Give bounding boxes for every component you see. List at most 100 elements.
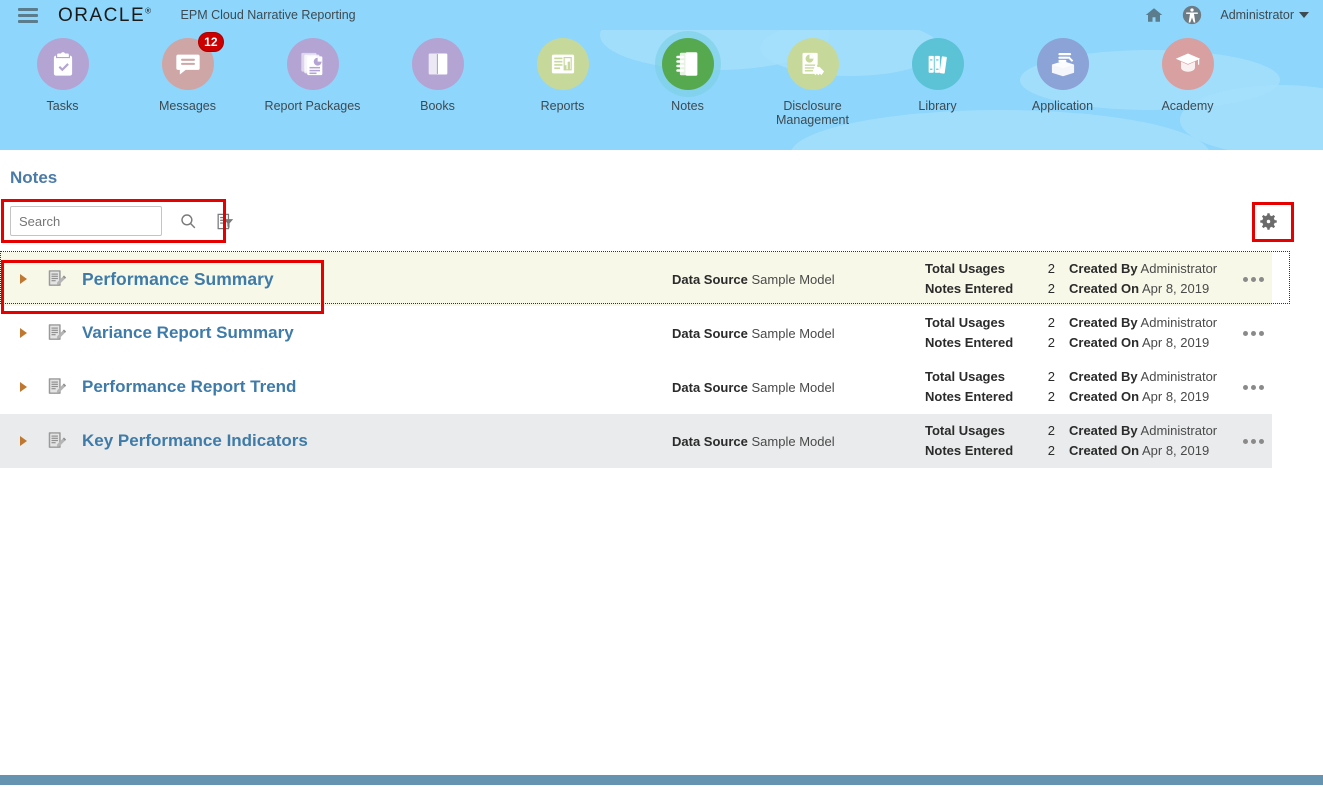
chevron-right-icon[interactable] [0,274,46,284]
search-input[interactable] [10,206,162,236]
nav-item-academy[interactable]: Academy [1125,38,1250,113]
nav-item-label: Tasks [46,99,79,113]
total-usages-value: 2 [1047,315,1055,330]
nav-item-books[interactable]: Books [375,38,500,113]
nav-item-label: Reports [540,99,585,113]
total-usages-value: 2 [1047,261,1055,276]
overflow-menu-icon[interactable] [1243,276,1264,282]
user-menu[interactable]: Administrator [1220,8,1309,22]
nav-item-report-packages[interactable]: Report Packages [250,38,375,113]
table-row[interactable]: Performance Summary Data Source Sample Mo… [0,251,1290,306]
navigation-springboard: Tasks 12 Messages Report Packages Books Repor… [0,30,1323,150]
note-created-info: Created By Administrator Created On Apr 8… [1069,259,1217,299]
nav-item-label: Messages [159,99,216,113]
created-by-value: Administrator [1140,261,1218,276]
settings-gear-button[interactable] [1251,204,1285,238]
note-data-source: Data Source Sample Model [672,272,835,287]
app-title: EPM Cloud Narrative Reporting [180,8,356,22]
note-edit-icon [46,322,82,344]
notes-entered-label: Notes Entered [925,389,1014,404]
chevron-right-icon[interactable] [0,436,46,446]
notification-badge: 12 [198,32,224,52]
data-source-label: Data Source [672,379,748,395]
footer-bar [0,775,1323,785]
accessibility-icon[interactable] [1182,5,1202,25]
note-edit-icon [46,376,82,398]
total-usages-value: 2 [1047,369,1055,384]
note-name-link[interactable]: Key Performance Indicators [82,431,308,451]
overflow-menu-icon[interactable] [1243,384,1264,390]
created-by-label: Created By [1069,261,1138,276]
report-stack-icon [286,38,339,90]
data-source-label: Data Source [672,325,748,341]
data-source-value: Sample Model [751,271,835,287]
hamburger-icon[interactable] [18,7,38,23]
nav-item-library[interactable]: Library [875,38,1000,113]
nav-item-messages[interactable]: 12 Messages [125,32,250,113]
nav-item-tasks[interactable]: Tasks [0,38,125,113]
gear-icon-glyph [1259,212,1277,230]
table-row[interactable]: Key Performance Indicators Data Source Sa… [0,414,1272,468]
note-usage-stats: Total Usages 2 Notes Entered 2 [925,259,1055,299]
overflow-menu-icon[interactable] [1243,330,1264,336]
nav-item-reports[interactable]: Reports [500,38,625,113]
table-row[interactable]: Variance Report Summary Data Source Sampl… [0,306,1272,360]
total-usages-label: Total Usages [925,369,1005,384]
total-usages-label: Total Usages [925,315,1005,330]
note-name-link[interactable]: Performance Report Trend [82,377,296,397]
filter-list-icon[interactable] [210,207,238,235]
nav-item-label: Academy [1161,99,1214,113]
nav-item-label: Library [918,99,957,113]
created-by-label: Created By [1069,369,1138,384]
created-by-value: Administrator [1140,423,1218,438]
nav-item-notes[interactable]: Notes [625,38,750,113]
nav-item-label: Disclosure Management [776,99,849,127]
note-data-source: Data Source Sample Model [672,326,835,341]
magnifier-icon[interactable] [174,207,202,235]
chevron-down-icon [1299,12,1309,18]
note-usage-stats: Total Usages 2 Notes Entered 2 [925,421,1055,461]
main-content: Notes Search Performance Summary Data So… [0,150,1323,785]
note-data-source: Data Source Sample Model [672,380,835,395]
nav-item-label: Books [420,99,455,113]
note-data-source: Data Source Sample Model [672,434,835,449]
created-on-label: Created On [1069,335,1140,350]
created-by-label: Created By [1069,423,1138,438]
page-title: Notes [10,168,58,187]
disclosure-tag-icon [786,38,839,90]
library-books-icon [911,38,964,90]
created-by-value: Administrator [1140,315,1218,330]
data-source-value: Sample Model [751,433,835,449]
user-menu-label: Administrator [1220,8,1294,22]
notes-entered-label: Notes Entered [925,335,1014,350]
created-by-value: Administrator [1140,369,1218,384]
notes-toolbar [0,198,1323,244]
navigation-items: Tasks 12 Messages Report Packages Books Repor… [0,30,1323,150]
total-usages-value: 2 [1047,423,1055,438]
oracle-logo: ORACLE® [58,4,153,26]
table-row[interactable]: Performance Report Trend Data Source Samp… [0,360,1272,414]
nav-item-disclosure-management[interactable]: Disclosure Management [750,38,875,127]
note-name-link[interactable]: Performance Summary [82,269,274,290]
created-on-label: Created On [1069,281,1140,296]
created-on-label: Created On [1069,389,1140,404]
top-header-actions: Administrator [1144,5,1323,25]
notes-entered-label: Notes Entered [925,281,1014,296]
note-created-info: Created By Administrator Created On Apr 8… [1069,421,1217,461]
nav-item-label: Application [1031,99,1094,113]
overflow-menu-icon[interactable] [1243,438,1264,444]
note-created-info: Created By Administrator Created On Apr 8… [1069,367,1217,407]
created-on-value: Apr 8, 2019 [1141,281,1210,296]
created-on-value: Apr 8, 2019 [1141,335,1210,350]
created-on-label: Created On [1069,443,1140,458]
chevron-right-icon[interactable] [0,328,46,338]
note-edit-icon [46,268,82,290]
note-usage-stats: Total Usages 2 Notes Entered 2 [925,313,1055,353]
note-name-link[interactable]: Variance Report Summary [82,323,294,343]
top-header-bar: ORACLE® EPM Cloud Narrative Reporting Ad… [0,0,1323,30]
home-icon[interactable] [1144,6,1164,24]
data-source-label: Data Source [672,271,748,287]
nav-item-application[interactable]: Application [1000,38,1125,113]
created-by-label: Created By [1069,315,1138,330]
chevron-right-icon[interactable] [0,382,46,392]
